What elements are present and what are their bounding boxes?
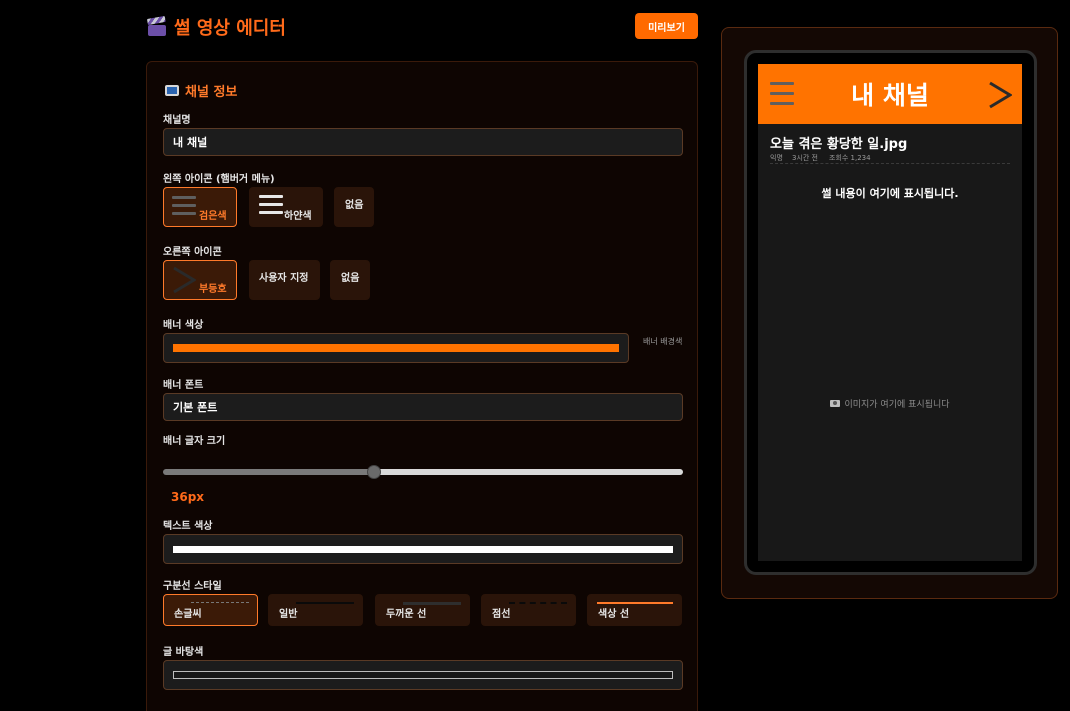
banner-color-swatch (173, 344, 619, 352)
camera-icon (830, 400, 841, 407)
hamburger-icon (259, 195, 283, 215)
preview-image-placeholder-text: 이미지가 여기에 표시됩니다 (844, 400, 950, 410)
left-icon-option-label: 없음 (345, 200, 364, 211)
right-icon-option-label: 없음 (341, 273, 360, 284)
divider-option-label: 색상 선 (598, 609, 630, 620)
section-title-text: 채널 정보 (185, 85, 238, 100)
left-icon-option-white[interactable]: 하얀색 (249, 187, 323, 227)
banner-size-label: 배너 글자 크기 (163, 436, 226, 447)
divider-option-label: 일반 (279, 609, 298, 620)
left-icon-option-label: 하얀색 (284, 211, 312, 222)
left-icon-option-none[interactable]: 없음 (334, 187, 374, 227)
section-title: 채널 정보 (165, 81, 237, 100)
banner-font-label: 배너 폰트 (163, 380, 204, 391)
banner-font-select[interactable]: 기본 폰트 (163, 393, 683, 421)
divider-style-label: 구분선 스타일 (163, 581, 222, 592)
tv-icon (165, 85, 179, 96)
post-bg-label: 글 바탕색 (163, 647, 204, 658)
divider-option-normal[interactable]: 일반 (268, 594, 363, 626)
banner-color-hint: 배너 배경색 (643, 337, 683, 346)
divider-preview (509, 602, 567, 604)
divider-preview (597, 602, 673, 604)
divider-option-dotted[interactable]: 점선 (481, 594, 576, 626)
left-icon-option-black[interactable]: 검은색 (163, 187, 237, 227)
preview-button[interactable]: 미리보기 (635, 13, 698, 39)
divider-option-thick[interactable]: 두꺼운 선 (375, 594, 470, 626)
app-title: 썰 영상 에디터 (146, 14, 286, 40)
divider-preview (296, 602, 354, 604)
banner-size-slider-thumb[interactable] (367, 465, 381, 479)
right-icon-label: 오른쪽 아이콘 (163, 247, 222, 258)
preview-meta-author: 익명 (770, 154, 783, 162)
left-icon-label: 왼쪽 아이콘 (햄버거 메뉴) (163, 174, 275, 185)
divider-preview (191, 602, 249, 603)
text-color-swatch (173, 546, 673, 553)
post-bg-color-picker[interactable] (163, 660, 683, 690)
right-icon-option-label: 부등호 (199, 284, 227, 295)
preview-banner: 내 채널 (758, 64, 1022, 124)
banner-color-label: 배너 색상 (163, 320, 204, 331)
banner-size-slider[interactable] (163, 469, 683, 475)
chevron-right-icon (173, 266, 196, 294)
divider-option-color[interactable]: 색상 선 (587, 594, 682, 626)
preview-image-placeholder: 이미지가 여기에 표시됩니다 (758, 397, 1022, 410)
app-title-text: 썰 영상 에디터 (174, 18, 286, 39)
banner-color-picker[interactable] (163, 333, 629, 363)
preview-banner-title: 내 채널 (851, 81, 929, 110)
channel-name-label: 채널명 (163, 115, 191, 126)
post-bg-swatch (173, 671, 673, 679)
divider-option-label: 점선 (492, 609, 511, 620)
preview-content: 썰 내용이 여기에 표시됩니다. (821, 187, 959, 200)
divider-option-handwriting[interactable]: 손글씨 (163, 594, 258, 626)
chevron-right-icon (989, 81, 1012, 109)
preview-divider (770, 163, 1010, 164)
text-color-picker[interactable] (163, 534, 683, 564)
clapperboard-icon (146, 15, 166, 36)
hamburger-icon (172, 196, 196, 216)
channel-info-panel: 채널 정보 채널명 내 채널 왼쪽 아이콘 (햄버거 메뉴) 검은색 하얀색 없… (146, 61, 698, 711)
divider-option-label: 두꺼운 선 (386, 609, 427, 620)
preview-meta-views: 조회수 1,234 (829, 154, 871, 162)
preview-meta-time: 3시간 전 (792, 154, 818, 162)
right-icon-option-chevron[interactable]: 부등호 (163, 260, 237, 300)
right-icon-option-label: 사용자 지정 (259, 273, 309, 284)
text-color-label: 텍스트 색상 (163, 521, 213, 532)
channel-name-input[interactable]: 내 채널 (163, 128, 683, 156)
right-icon-option-none[interactable]: 없음 (330, 260, 370, 300)
banner-size-value: 36px (171, 490, 205, 504)
preview-post-title: 오늘 겪은 황당한 일.jpg (770, 137, 908, 152)
divider-option-label: 손글씨 (174, 609, 202, 620)
left-icon-option-label: 검은색 (199, 211, 227, 222)
right-icon-option-custom[interactable]: 사용자 지정 (249, 260, 320, 300)
